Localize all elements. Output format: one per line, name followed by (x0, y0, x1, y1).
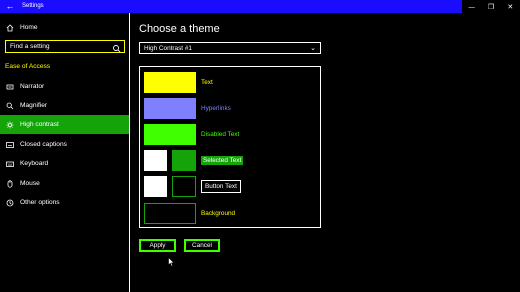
sidebar-item-label: Mouse (20, 180, 40, 187)
apply-button[interactable]: Apply (139, 239, 176, 252)
sidebar-item-keyboard[interactable]: Keyboard (0, 154, 129, 173)
back-arrow-icon[interactable]: ← (3, 0, 17, 13)
sidebar-item-home[interactable]: Home (0, 18, 129, 37)
mouse-icon (6, 179, 14, 188)
button-text-foreground-swatch[interactable] (144, 176, 167, 197)
selected-text-label: Selected Text (201, 156, 244, 165)
close-button[interactable]: ✕ (501, 0, 520, 13)
chevron-down-icon: ⌄ (310, 43, 316, 52)
sidebar-item-label: High contrast (20, 121, 59, 128)
home-icon (6, 23, 14, 32)
search-placeholder: Find a setting (10, 43, 50, 50)
theme-select[interactable]: High Contrast #1 ⌄ (139, 42, 321, 54)
sidebar-item-closed-captions[interactable]: Closed captions (0, 135, 129, 154)
sidebar-divider (129, 13, 130, 292)
text-color-swatch[interactable] (144, 72, 196, 93)
minimize-button[interactable]: — (462, 0, 481, 13)
selected-text-foreground-swatch[interactable] (144, 150, 167, 171)
theme-preview: Text Hyperlinks Disabled Text Selected T… (139, 66, 321, 228)
sidebar-item-magnifier[interactable]: Magnifier (0, 96, 129, 115)
hyperlink-color-swatch[interactable] (144, 98, 196, 119)
sidebar-item-label: Narrator (20, 83, 45, 90)
selected-text-background-swatch[interactable] (172, 150, 196, 171)
page-title: Choose a theme (139, 23, 220, 35)
other-options-icon (6, 199, 14, 207)
high-contrast-icon (6, 121, 14, 129)
button-text-background-swatch[interactable] (172, 176, 196, 197)
cancel-button[interactable]: Cancel (184, 239, 220, 252)
hyperlink-color-label: Hyperlinks (201, 105, 231, 112)
sidebar-item-label: Keyboard (20, 160, 49, 167)
theme-select-value: High Contrast #1 (144, 44, 192, 52)
title-bar: ← Settings — ❐ ✕ (0, 0, 520, 13)
sidebar-item-label: Home (20, 24, 38, 31)
button-text-label: Button Text (201, 180, 241, 193)
sidebar-item-label: Other options (20, 199, 60, 206)
sidebar-item-other-options[interactable]: Other options (0, 193, 129, 212)
keyboard-icon (6, 160, 14, 168)
background-color-label: Background (201, 210, 236, 217)
sidebar-item-label: Closed captions (20, 141, 67, 148)
sidebar-item-high-contrast[interactable]: High contrast (0, 115, 129, 134)
sidebar-item-mouse[interactable]: Mouse (0, 174, 129, 193)
window-controls: — ❐ ✕ (462, 0, 520, 13)
narrator-icon (6, 83, 14, 91)
magnifier-icon (6, 102, 14, 110)
sidebar-item-label: Magnifier (20, 102, 48, 109)
background-color-swatch[interactable] (144, 203, 196, 224)
maximize-button[interactable]: ❐ (481, 0, 500, 13)
text-color-label: Text (201, 79, 213, 86)
window-title: Settings (22, 3, 44, 9)
mouse-cursor-icon (168, 254, 175, 267)
search-input[interactable]: Find a setting (5, 40, 125, 53)
closed-captions-icon (6, 141, 14, 149)
search-icon[interactable] (112, 41, 122, 53)
sidebar-item-narrator[interactable]: Narrator (0, 77, 129, 96)
disabled-text-color-swatch[interactable] (144, 124, 196, 145)
section-label: Ease of Access (5, 63, 51, 70)
disabled-text-color-label: Disabled Text (201, 131, 240, 138)
